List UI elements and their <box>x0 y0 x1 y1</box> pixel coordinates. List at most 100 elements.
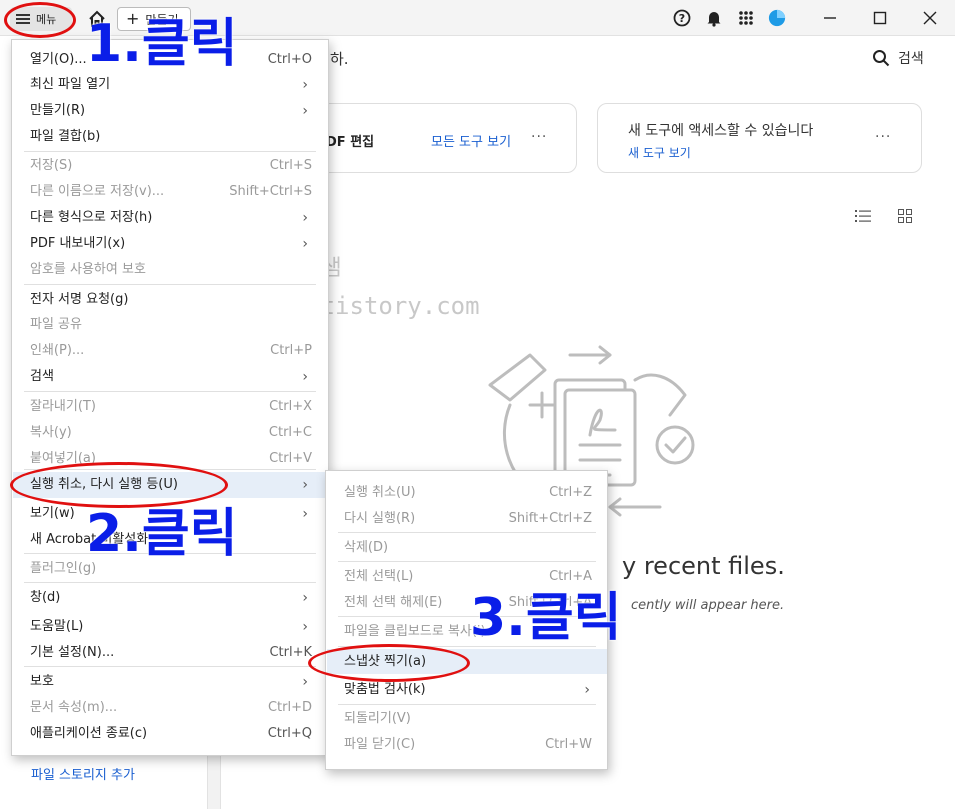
annotation-oval-snapshot <box>308 644 470 682</box>
menu-item-label: 다른 이름으로 저장(v)... <box>30 184 165 199</box>
no-recent-files-title: y recent files. <box>622 552 785 580</box>
chevron-right-icon: › <box>302 674 308 690</box>
more-options-icon[interactable]: ··· <box>531 129 547 145</box>
menu-item-shortcut: Ctrl+S <box>269 158 312 173</box>
menu-item-label: 기본 설정(N)... <box>30 645 115 660</box>
menu-item-shortcut: Shift+Ctrl+S <box>229 184 312 199</box>
menu-separator <box>24 582 316 583</box>
menu-item[interactable]: PDF 내보내기(x) › <box>30 232 312 256</box>
menu-item[interactable]: 창(d) › <box>30 586 312 610</box>
menu-item-label: 보호 <box>30 674 54 689</box>
menu-item-label: 파일 공유 <box>30 317 82 332</box>
menu-separator <box>24 391 316 392</box>
submenu-item-label: 파일 닫기(C) <box>344 737 416 752</box>
menu-item-label: 잘라내기(T) <box>30 399 96 414</box>
menu-item[interactable]: 전자 서명 요청(g) <box>30 288 312 312</box>
menu-item: 저장(S) Ctrl+S <box>30 154 312 178</box>
menu-separator <box>24 666 316 667</box>
menu-item-shortcut: Ctrl+P <box>270 343 312 358</box>
menu-item-shortcut: Ctrl+V <box>269 451 312 466</box>
menu-item[interactable]: 기본 설정(N)... Ctrl+K <box>30 641 312 665</box>
avatar-icon[interactable] <box>768 9 786 27</box>
menu-item: 인쇄(P)... Ctrl+P <box>30 339 312 363</box>
menu-item-label: 복사(y) <box>30 425 72 440</box>
new-tools-card[interactable]: 새 도구에 액세스할 수 있습니다 새 도구 보기 ··· <box>597 103 922 173</box>
menu-item-shortcut: Ctrl+X <box>269 399 312 414</box>
submenu-separator <box>338 704 596 705</box>
menu-item: 문서 속성(m)... Ctrl+D <box>30 696 312 720</box>
search-icon <box>873 50 890 67</box>
submenu-item-label: 실행 취소(U) <box>344 485 416 500</box>
submenu-item-label: 되돌리기(V) <box>344 711 411 726</box>
submenu-separator <box>338 532 596 533</box>
menu-item-shortcut: Ctrl+O <box>267 52 312 67</box>
chevron-right-icon: › <box>302 477 308 493</box>
list-view-icon[interactable] <box>855 208 871 222</box>
new-tools-link[interactable]: 새 도구 보기 <box>628 144 691 161</box>
search-button[interactable]: 검색 <box>872 48 924 68</box>
menu-item[interactable]: 최신 파일 열기 › <box>30 73 312 97</box>
submenu-item-shortcut: Ctrl+W <box>545 737 592 752</box>
annotation-step-2: 2.클릭 <box>86 504 238 564</box>
submenu-item-label: 파일을 클립보드로 복사(i) <box>344 624 486 639</box>
menu-item-shortcut: Ctrl+D <box>267 700 312 715</box>
menu-item[interactable]: 만들기(R) › <box>30 99 312 123</box>
close-icon[interactable] <box>918 6 942 30</box>
menu-item: 파일 공유 <box>30 313 312 337</box>
apps-grid-icon[interactable] <box>737 9 755 27</box>
more-options-icon[interactable]: ··· <box>875 129 891 145</box>
menu-item[interactable]: 파일 결합(b) <box>30 125 312 149</box>
menu-item[interactable]: 도움말(L) › <box>30 615 312 639</box>
menu-item[interactable]: 애플리케이션 종료(c) Ctrl+Q <box>30 722 312 746</box>
svg-text:?: ? <box>679 12 685 25</box>
main-menu-dropdown: 열기(O)... Ctrl+O 최신 파일 열기 › 만들기(R) › 파일 결합(b) 저장… <box>11 39 329 756</box>
new-tools-title: 새 도구에 액세스할 수 있습니다 <box>628 123 814 139</box>
submenu-item-label: 다시 실행(R) <box>344 511 416 526</box>
menu-item-label: 보기(w) <box>30 506 75 521</box>
grid-view-icon[interactable] <box>898 208 914 223</box>
menu-item-label: PDF 내보내기(x) <box>30 236 126 251</box>
bell-icon[interactable] <box>705 9 723 27</box>
menu-item-label: 만들기(R) <box>30 103 86 118</box>
chevron-right-icon: › <box>302 369 308 385</box>
help-icon[interactable]: ? <box>673 9 691 27</box>
menu-item-label: 열기(O)... <box>30 52 87 67</box>
menu-item: 잘라내기(T) Ctrl+X <box>30 395 312 419</box>
submenu-item: 되돌리기(V) <box>344 707 592 731</box>
add-file-storage-link[interactable]: 파일 스토리지 추가 <box>31 764 135 783</box>
submenu-item: 삭제(D) <box>344 536 592 560</box>
maximize-icon[interactable] <box>868 6 892 30</box>
menu-item-label: 검색 <box>30 369 54 384</box>
menu-item-label: 암호를 사용하여 보호 <box>30 262 146 277</box>
menu-separator <box>24 151 316 152</box>
chevron-right-icon: › <box>302 619 308 635</box>
menu-item-shortcut: Ctrl+K <box>269 645 312 660</box>
submenu-item-label: 전체 선택 해제(E) <box>344 595 443 610</box>
annotation-step-3: 3.클릭 <box>470 588 622 648</box>
menu-item-label: 파일 결합(b) <box>30 129 101 144</box>
menu-item[interactable]: 보호 › <box>30 670 312 694</box>
menu-item-shortcut: Ctrl+C <box>268 425 312 440</box>
menu-item-label: 다른 형식으로 저장(h) <box>30 210 153 225</box>
menu-item-label: 애플리케이션 종료(c) <box>30 726 148 741</box>
chevron-right-icon: › <box>302 506 308 522</box>
annotation-oval-menu <box>4 2 76 38</box>
minimize-icon[interactable] <box>818 6 842 30</box>
menu-item-shortcut: Ctrl+Q <box>267 726 312 741</box>
menu-item[interactable]: 검색 › <box>30 365 312 389</box>
menu-item-label: 최신 파일 열기 <box>30 77 111 92</box>
menu-item: 암호를 사용하여 보호 <box>30 258 312 282</box>
menu-item-label: 도움말(L) <box>30 619 84 634</box>
submenu-item: 전체 선택(L) Ctrl+A <box>344 565 592 589</box>
annotation-oval-undo-redo <box>10 462 228 508</box>
menu-item-label: 저장(S) <box>30 158 73 173</box>
chevron-right-icon: › <box>302 236 308 252</box>
submenu-item: 다시 실행(R) Shift+Ctrl+Z <box>344 507 592 531</box>
all-tools-link[interactable]: 모든 도구 보기 <box>431 131 511 150</box>
chevron-right-icon: › <box>302 103 308 119</box>
menu-item[interactable]: 다른 형식으로 저장(h) › <box>30 206 312 230</box>
chevron-right-icon: › <box>584 682 590 698</box>
submenu-item-label: 전체 선택(L) <box>344 569 414 584</box>
chevron-right-icon: › <box>302 77 308 93</box>
menu-item: 다른 이름으로 저장(v)... Shift+Ctrl+S <box>30 180 312 204</box>
